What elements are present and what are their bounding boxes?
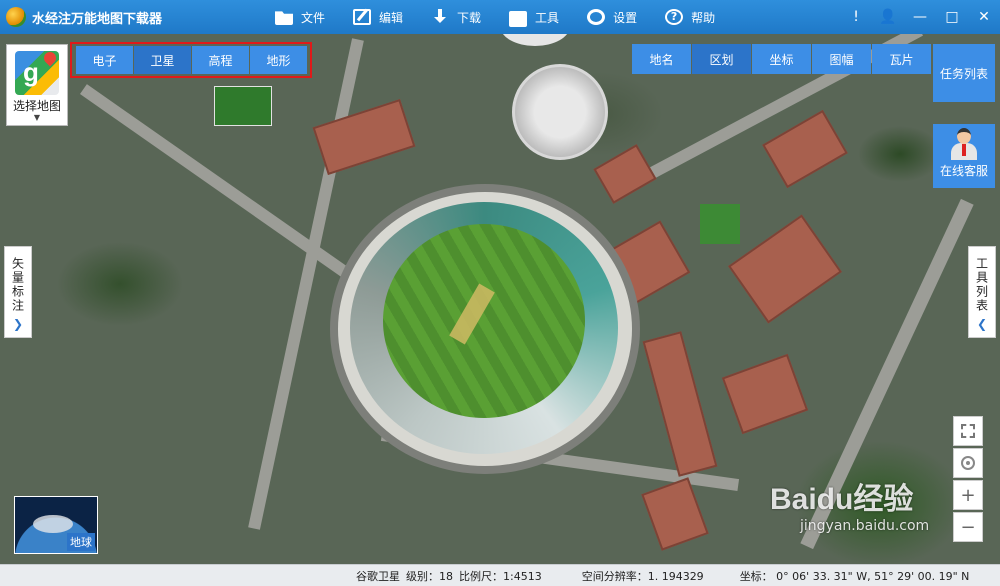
watermark-url: jingyan.baidu.com [800,518,930,534]
status-map-source: 谷歌卫星 [356,569,400,583]
map-building [728,214,842,324]
info-icon[interactable]: ! [840,0,872,34]
menu-tools[interactable]: 工具 [509,0,559,34]
tab-sheets[interactable]: 图幅 [812,44,871,74]
map-source-label: 选择地图 [12,99,61,113]
download-icon [431,9,449,25]
customer-service-avatar-icon [949,128,979,160]
menu-download-label: 下载 [457,10,482,25]
app-logo-icon [6,7,26,27]
map-park [700,204,740,244]
google-maps-icon [15,51,59,95]
menu-download[interactable]: 下载 [431,0,481,34]
chevron-down-icon: ▼ [33,113,41,122]
overlay-tabs: 地名 区划 坐标 图幅 瓦片 [632,44,932,74]
fullscreen-button[interactable] [953,416,983,446]
status-zoom-level: 级别：18 [406,569,453,583]
user-icon[interactable]: 👤 [872,0,904,34]
menu-settings[interactable]: 设置 [587,0,637,34]
status-coordinates: 坐标： 0° 06' 33. 31" W, 51° 29' 00. 19" N [739,569,970,583]
help-icon: ? [665,9,684,25]
earth-view-thumbnail[interactable]: 地球 [14,496,98,554]
app-title: 水经注万能地图下载器 [32,11,163,27]
map-type-tabs: 电子 卫星 高程 地形 [70,42,312,78]
status-scale: 比例尺：1:4513 [459,569,542,583]
menu-file[interactable]: 文件 [275,0,325,34]
folder-icon [275,11,293,25]
map-cricket-pitch [383,224,585,418]
tab-divisions[interactable]: 区划 [692,44,751,74]
tab-terrain[interactable]: 地形 [250,46,307,74]
window-controls: ! 👤 — □ ✕ [840,0,1000,34]
tab-electronic[interactable]: 电子 [76,46,133,74]
tab-tiles[interactable]: 瓦片 [872,44,931,74]
menu-help[interactable]: ? 帮助 [665,0,715,34]
map-building [312,99,416,175]
menu-file-label: 文件 [301,10,326,25]
map-building [593,144,657,204]
baidu-jingyan-watermark: Baidu经验 jingyan.baidu.com [770,474,929,534]
online-service-button[interactable]: 在线客服 [933,124,995,188]
menu-tools-label: 工具 [535,10,560,25]
tool-list-drawer[interactable]: 工具列表 ❮ [968,246,996,338]
avatar-head [957,128,971,144]
map-source-selector[interactable]: 选择地图 ▼ [6,44,68,126]
map-building [642,331,718,477]
status-resolution: 空间分辨率：1. 194329 [581,569,704,583]
map-gasholder [512,64,608,160]
watermark-logo: Baidu经验 [770,483,914,516]
toolbox-icon [509,11,528,27]
task-list-button[interactable]: 任务列表 [933,44,995,102]
status-bar: 谷歌卫星 级别：18 比例尺：1:4513 空间分辨率：1. 194329 坐标… [0,564,1000,586]
map-building [641,477,709,551]
zoom-in-button[interactable]: + [953,480,983,510]
minimize-button[interactable]: — [904,0,936,34]
edit-icon [353,9,372,25]
gear-icon [587,9,606,25]
tab-elevation[interactable]: 高程 [192,46,249,74]
chevron-right-icon: ❯ [12,317,24,331]
menu-edit-label: 编辑 [379,10,404,25]
map-building [762,109,848,189]
online-service-label: 在线客服 [939,164,988,178]
map-gasholder [500,34,570,46]
avatar-tie [962,144,966,156]
tab-satellite[interactable]: 卫星 [134,46,191,74]
main-menu: 文件 编辑 下载 工具 设置 ? 帮助 [275,0,743,34]
locate-icon [961,456,975,470]
zoom-out-button[interactable]: − [953,512,983,542]
close-button[interactable]: ✕ [968,0,1000,34]
earth-label: 地球 [67,533,95,551]
menu-edit[interactable]: 编辑 [353,0,403,34]
title-bar: 水经注万能地图下载器 文件 编辑 下载 工具 设置 ? 帮助 ! 👤 — □ ✕ [0,0,1000,34]
tab-place-names[interactable]: 地名 [632,44,691,74]
locate-button[interactable] [953,448,983,478]
tool-list-label: 工具列表 [974,257,989,313]
chevron-left-icon: ❮ [976,317,988,331]
map-building [721,353,809,435]
fullscreen-icon [961,424,975,438]
maximize-button[interactable]: □ [936,0,968,34]
menu-settings-label: 设置 [613,10,638,25]
map-sports-field [214,86,272,126]
vector-annotation-drawer[interactable]: 矢量标注 ❯ [4,246,32,338]
menu-help-label: 帮助 [691,10,716,25]
vector-annotation-label: 矢量标注 [10,257,25,313]
tab-coordinates[interactable]: 坐标 [752,44,811,74]
